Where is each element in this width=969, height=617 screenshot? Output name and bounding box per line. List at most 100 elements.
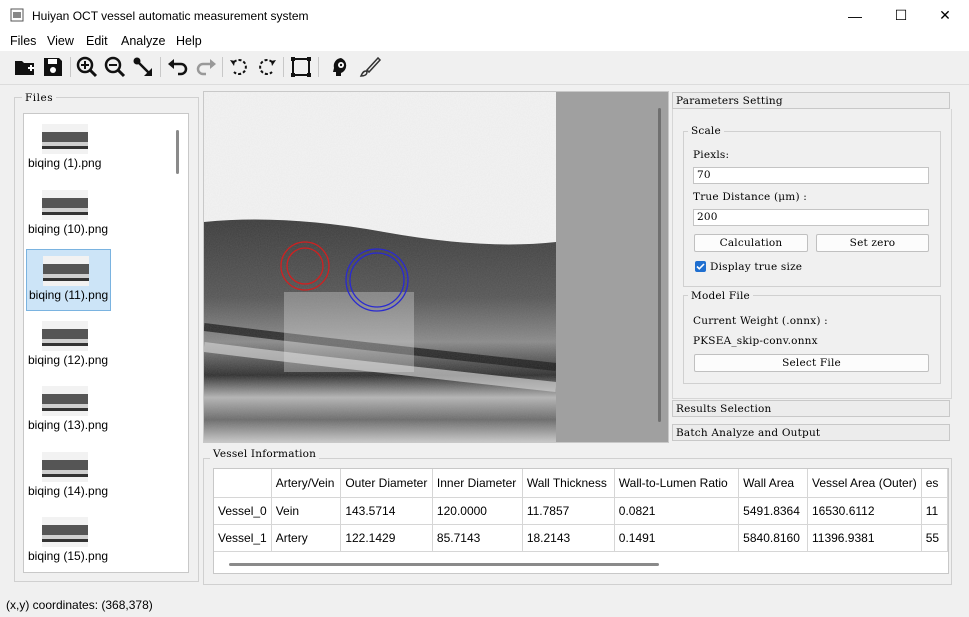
file-list[interactable]: biqing (1).png biqing (10).png biqing (11)…: [23, 113, 189, 573]
table-row[interactable]: Vessel_1 Artery 122.1429 85.7143 18.2143…: [214, 524, 948, 552]
image-thumbnail-icon: [42, 320, 88, 351]
file-list-item[interactable]: biqing (12).png: [26, 315, 111, 377]
open-folder-icon[interactable]: [12, 54, 38, 80]
model-file-group-title: Model File: [688, 290, 753, 302]
column-header[interactable]: Outer Diameter: [340, 469, 433, 498]
column-header[interactable]: Wall Thickness: [522, 469, 615, 498]
file-name: biqing (11).png: [29, 288, 109, 302]
zoom-in-icon[interactable]: [74, 54, 100, 80]
toolbar: [0, 51, 969, 85]
file-list-item[interactable]: biqing (13).png: [26, 380, 111, 442]
file-name: biqing (12).png: [28, 352, 109, 367]
app-icon: [10, 8, 24, 22]
table-cell[interactable]: 143.5714: [340, 497, 433, 525]
file-name: biqing (13).png: [28, 418, 109, 432]
table-cell[interactable]: 0.1491: [614, 524, 740, 552]
batch-analyze-header[interactable]: Batch Analyze and Output: [672, 424, 950, 441]
row-header[interactable]: Vessel_1: [214, 524, 272, 552]
toolbar-separator: [160, 57, 161, 77]
rotate-right-icon[interactable]: [254, 54, 280, 80]
menu-analyze[interactable]: Analyze: [121, 34, 165, 48]
table-row[interactable]: Vessel_0 Vein 143.5714 120.0000 11.7857 …: [214, 497, 948, 525]
undo-icon[interactable]: [165, 54, 191, 80]
table-cell[interactable]: 122.1429: [340, 524, 433, 552]
results-selection-header[interactable]: Results Selection: [672, 400, 950, 417]
table-cell[interactable]: 85.7143: [432, 524, 523, 552]
image-thumbnail-icon: [42, 189, 88, 220]
select-file-button[interactable]: Select File: [694, 354, 929, 372]
maximize-button[interactable]: ☐: [878, 0, 924, 31]
check-icon: [696, 263, 705, 270]
image-viewer[interactable]: [203, 91, 669, 443]
file-list-item[interactable]: biqing (1).png: [26, 118, 111, 180]
table-cell[interactable]: 11: [921, 497, 948, 525]
column-header-corner: [214, 469, 272, 498]
column-header[interactable]: Vessel Area (Outer): [807, 469, 922, 498]
measure-icon[interactable]: [131, 54, 157, 80]
save-icon[interactable]: [40, 54, 66, 80]
toolbar-separator: [70, 57, 71, 77]
toolbar-separator: [318, 57, 319, 77]
toolbar-separator: [283, 57, 284, 77]
table-cell[interactable]: 5491.8364: [738, 497, 808, 525]
vessel-information-title: Vessel Information: [210, 448, 320, 460]
current-weight-value: PKSEA_skip-conv.onnx: [693, 335, 818, 347]
brush-icon[interactable]: [357, 54, 383, 80]
row-header[interactable]: Vessel_0: [214, 497, 272, 525]
file-name: biqing (14).png: [28, 483, 109, 498]
rotate-left-icon[interactable]: [226, 54, 252, 80]
table-cell[interactable]: 120.0000: [432, 497, 523, 525]
image-thumbnail-icon: [42, 517, 88, 547]
scale-group-title: Scale: [688, 125, 724, 137]
column-header[interactable]: Wall Area: [738, 469, 808, 498]
set-zero-button[interactable]: Set zero: [816, 234, 929, 252]
calculation-button[interactable]: Calculation: [694, 234, 808, 252]
column-header[interactable]: Wall-to-Lumen Ratio: [614, 469, 740, 498]
column-header[interactable]: es: [921, 469, 948, 498]
zoom-out-icon[interactable]: [102, 54, 128, 80]
window-title: Huiyan OCT vessel automatic measurement …: [32, 9, 309, 23]
toolbar-separator: [222, 57, 223, 77]
ai-head-icon[interactable]: [328, 54, 354, 80]
file-list-item[interactable]: biqing (14).png: [26, 446, 111, 508]
table-cell[interactable]: Artery: [271, 524, 342, 552]
file-list-item[interactable]: biqing (10).png: [26, 184, 111, 246]
crop-icon[interactable]: [288, 54, 314, 80]
table-horizontal-scrollbar[interactable]: [229, 563, 659, 566]
close-button[interactable]: ✕: [922, 0, 968, 31]
true-distance-input[interactable]: 200: [693, 209, 929, 226]
image-thumbnail-icon: [42, 124, 88, 154]
menu-edit[interactable]: Edit: [86, 34, 108, 48]
oct-image: [204, 92, 668, 442]
menu-files[interactable]: Files: [10, 34, 36, 48]
pixels-input[interactable]: 70: [693, 167, 929, 184]
table-cell[interactable]: 5840.8160: [738, 524, 808, 552]
file-name: biqing (1).png: [28, 156, 102, 170]
table-cell[interactable]: 16530.6112: [807, 497, 922, 525]
column-header[interactable]: Inner Diameter: [432, 469, 523, 498]
file-list-item[interactable]: biqing (15).png: [26, 511, 111, 572]
table-cell[interactable]: 0.0821: [614, 497, 740, 525]
parameters-setting-header[interactable]: Parameters Setting: [672, 92, 950, 109]
minimize-button[interactable]: —: [832, 0, 878, 31]
table-cell[interactable]: Vein: [271, 497, 342, 525]
files-panel-title: Files: [22, 92, 57, 104]
title-bar: Huiyan OCT vessel automatic measurement …: [0, 0, 969, 31]
menu-help[interactable]: Help: [176, 34, 202, 48]
table-cell[interactable]: 11.7857: [522, 497, 615, 525]
menu-view[interactable]: View: [47, 34, 74, 48]
table-cell[interactable]: 18.2143: [522, 524, 615, 552]
viewer-scrollbar[interactable]: [658, 108, 661, 422]
file-list-scrollbar[interactable]: [176, 130, 179, 174]
table-cell[interactable]: 55: [921, 524, 948, 552]
current-weight-label: Current Weight (.onnx) :: [693, 315, 828, 327]
redo-icon[interactable]: [193, 54, 219, 80]
status-coordinates: (x,y) coordinates: (368,378): [6, 598, 153, 612]
table-cell[interactable]: 11396.9381: [807, 524, 922, 552]
display-true-size-checkbox[interactable]: [695, 261, 706, 272]
column-header[interactable]: Artery/Vein: [271, 469, 342, 498]
file-list-item[interactable]: biqing (11).png: [26, 249, 111, 311]
true-distance-label: True Distance (μm) :: [693, 191, 808, 203]
vessel-table[interactable]: Artery/Vein Outer Diameter Inner Diamete…: [213, 468, 949, 574]
file-name: biqing (10).png: [28, 221, 109, 236]
